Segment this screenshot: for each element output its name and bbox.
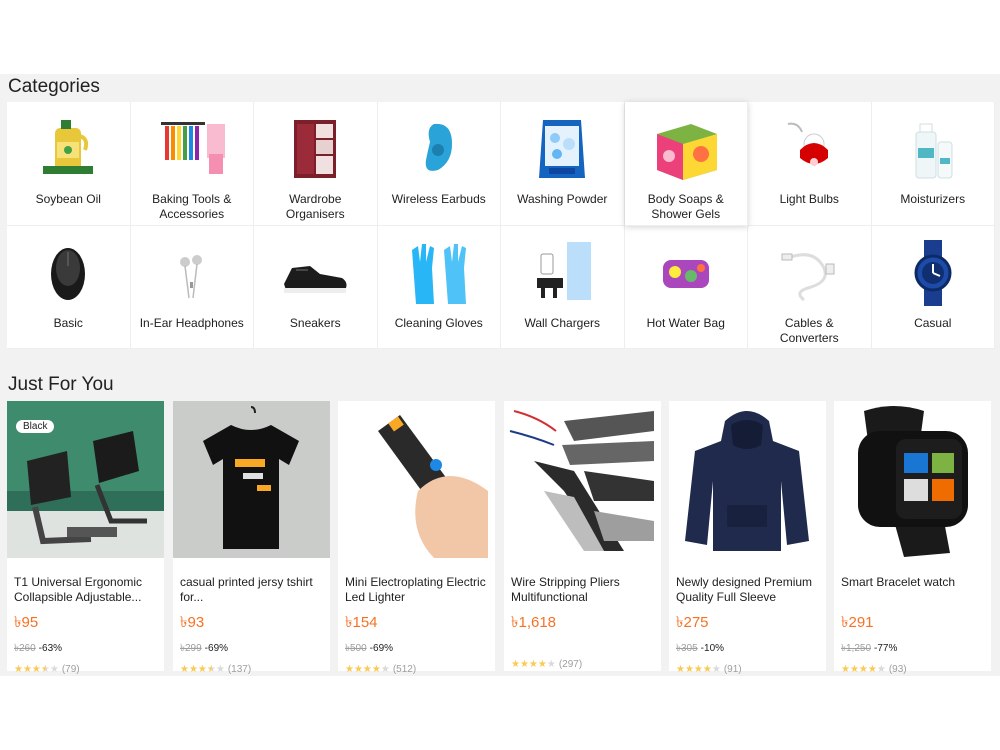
- product-title[interactable]: casual printed jersy tshirt for...: [180, 575, 323, 605]
- product-price: ৳93: [180, 614, 205, 631]
- star-rating-icon: ★★★★★: [345, 664, 390, 675]
- product-rating: ★★★★★ (79): [14, 664, 80, 675]
- category-label: In-Ear Headphones: [139, 315, 244, 330]
- category-cleaning-gloves[interactable]: Cleaning Gloves: [377, 225, 501, 349]
- product-rating: ★★★★★ (93): [841, 664, 907, 675]
- categories-grid: Soybean Oil Baking Tools & Accessories W…: [7, 102, 995, 349]
- category-label: Washing Powder: [517, 192, 608, 206]
- category-label: Moisturizers: [900, 192, 966, 206]
- product-rating: ★★★★★ (137): [180, 664, 252, 675]
- hot-water-bag-icon: [651, 238, 721, 308]
- category-label: Body Soaps & Shower Gels: [647, 192, 724, 221]
- original-price: [511, 641, 654, 653]
- product-card[interactable]: Smart Bracelet watch ৳291 ৳1,250 -77% ★★★…: [834, 401, 991, 675]
- spatula-set-icon: [157, 114, 227, 184]
- product-card[interactable]: Black T1 Universal Ergonomic Collapsible…: [7, 401, 164, 675]
- original-price: ৳299 -69%: [180, 643, 229, 654]
- star-rating-icon: ★★★★★: [676, 664, 721, 675]
- category-label: Wall Chargers: [524, 315, 601, 330]
- category-label: Basic: [53, 315, 83, 330]
- product-price: ৳154: [345, 614, 378, 631]
- original-price: ৳1,250 -77%: [841, 643, 898, 654]
- category-hot-water-bag[interactable]: Hot Water Bag: [624, 225, 748, 349]
- just-for-you-products: Black T1 Universal Ergonomic Collapsible…: [7, 401, 995, 675]
- category-basic[interactable]: Basic: [7, 225, 131, 349]
- product-price: ৳1,618: [511, 614, 557, 631]
- hoodie-image: [669, 401, 826, 558]
- category-label: Cleaning Gloves: [394, 315, 483, 330]
- original-price: ৳260 -63%: [14, 643, 63, 654]
- categories-heading: Categories: [8, 76, 100, 97]
- category-cables-converters[interactable]: Cables & Converters: [748, 225, 872, 349]
- sneaker-icon: [280, 238, 350, 308]
- category-label: Cables & Converters: [779, 315, 839, 345]
- star-rating-icon: ★★★★★: [841, 664, 886, 675]
- category-label: Hot Water Bag: [646, 315, 725, 330]
- lighter-image: [338, 401, 495, 558]
- gloves-icon: [404, 238, 474, 308]
- mouse-icon: [33, 238, 103, 308]
- detergent-pack-icon: [527, 114, 597, 184]
- cable-icon: [774, 238, 844, 308]
- product-card[interactable]: Newly designed Premium Quality Full Slee…: [669, 401, 826, 675]
- product-rating: ★★★★★ (91): [676, 664, 742, 675]
- soap-box-icon: [651, 114, 721, 184]
- category-moisturizers[interactable]: Moisturizers: [871, 102, 995, 226]
- product-title[interactable]: Wire Stripping Pliers Multifunctional El…: [511, 575, 654, 605]
- category-washing-powder[interactable]: Washing Powder: [501, 102, 625, 226]
- star-rating-icon: ★★★★★: [14, 664, 59, 675]
- product-price: ৳95: [14, 614, 39, 631]
- tshirt-image: [173, 401, 330, 558]
- category-label: Casual: [914, 315, 952, 330]
- earbud-icon: [404, 114, 474, 184]
- product-card[interactable]: Wire Stripping Pliers Multifunctional El…: [504, 401, 661, 671]
- in-ear-headphones-icon: [157, 238, 227, 308]
- product-rating: ★★★★★ (297): [511, 659, 583, 670]
- product-title[interactable]: T1 Universal Ergonomic Collapsible Adjus…: [14, 575, 157, 605]
- original-price: ৳305 -10%: [676, 643, 725, 654]
- star-rating-icon: ★★★★★: [180, 664, 225, 675]
- category-body-soaps[interactable]: Body Soaps & Shower Gels: [624, 102, 748, 226]
- category-wireless-earbuds[interactable]: Wireless Earbuds: [377, 102, 501, 226]
- category-label: Wardrobe Organisers: [285, 192, 345, 221]
- oil-bottle-icon: [33, 114, 103, 184]
- phone-stand-image: Black: [7, 401, 164, 558]
- lotion-bottle-icon: [898, 114, 968, 184]
- wall-charger-icon: [527, 238, 597, 308]
- wardrobe-icon: [280, 114, 350, 184]
- original-price: ৳500 -69%: [345, 643, 394, 654]
- product-title[interactable]: Smart Bracelet watch: [841, 575, 984, 605]
- category-light-bulbs[interactable]: Light Bulbs: [748, 102, 872, 226]
- category-in-ear-headphones[interactable]: In-Ear Headphones: [130, 225, 254, 349]
- category-casual[interactable]: Casual: [871, 225, 995, 349]
- product-price: ৳291: [841, 614, 874, 631]
- category-label: Baking Tools & Accessories: [152, 192, 232, 221]
- category-wall-chargers[interactable]: Wall Chargers: [501, 225, 625, 349]
- product-title[interactable]: Newly designed Premium Quality Full Slee…: [676, 575, 819, 605]
- category-label: Sneakers: [289, 315, 341, 330]
- smartwatch-image: [834, 401, 991, 558]
- star-rating-icon: ★★★★★: [511, 659, 556, 670]
- product-card[interactable]: casual printed jersy tshirt for... ৳93 ৳…: [173, 401, 330, 675]
- category-label: Wireless Earbuds: [391, 192, 486, 206]
- product-rating: ★★★★★ (512): [345, 664, 417, 675]
- category-soybean-oil[interactable]: Soybean Oil: [7, 102, 131, 226]
- light-bulb-icon: [774, 114, 844, 184]
- category-sneakers[interactable]: Sneakers: [254, 225, 378, 349]
- category-label: Light Bulbs: [779, 192, 839, 206]
- category-wardrobe-organisers[interactable]: Wardrobe Organisers: [254, 102, 378, 226]
- category-baking-tools[interactable]: Baking Tools & Accessories: [130, 102, 254, 226]
- just-for-you-heading: Just For You: [8, 374, 114, 395]
- product-card[interactable]: Mini Electroplating Electric Led Lighter…: [338, 401, 495, 675]
- category-label: Soybean Oil: [35, 192, 101, 206]
- product-price: ৳275: [676, 614, 709, 631]
- pliers-image: [504, 401, 661, 558]
- variant-badge: Black: [16, 420, 55, 433]
- wrist-watch-icon: [898, 238, 968, 308]
- product-title[interactable]: Mini Electroplating Electric Led Lighter: [345, 575, 488, 605]
